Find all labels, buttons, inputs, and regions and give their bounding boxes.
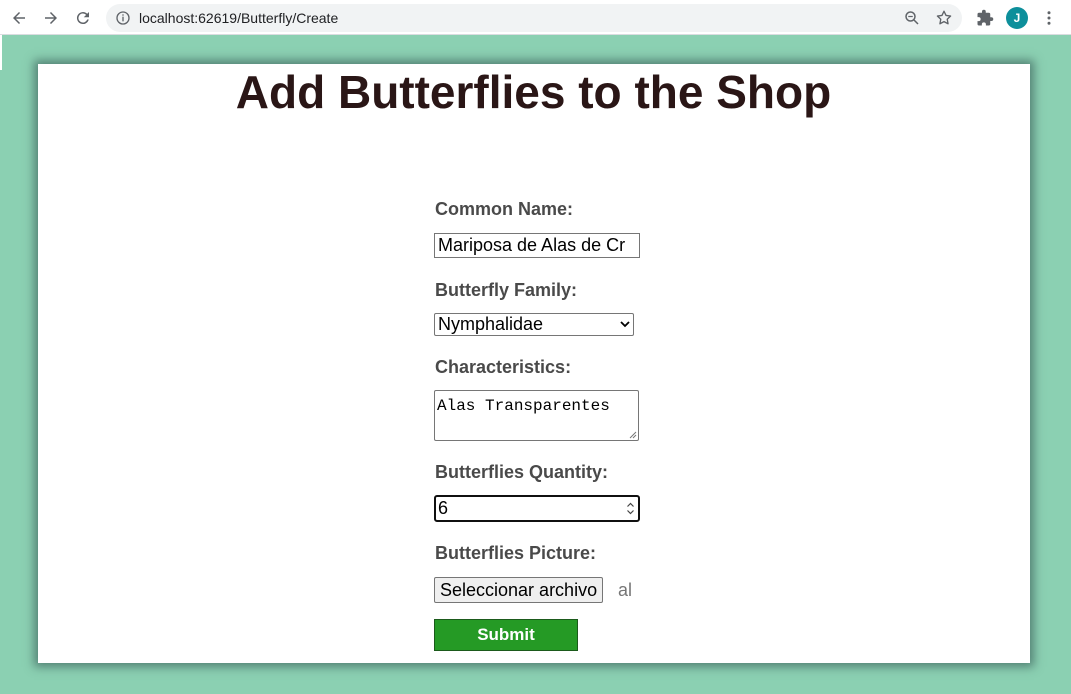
address-bar[interactable]: localhost:62619/Butterfly/Create xyxy=(106,4,962,32)
reload-button[interactable] xyxy=(72,7,94,29)
quantity-label: Butterflies Quantity: xyxy=(435,462,609,482)
page-title: Add Butterflies to the Shop xyxy=(235,66,832,118)
info-icon[interactable] xyxy=(115,10,131,26)
family-label: Butterfly Family: xyxy=(435,280,578,300)
characteristics-value: Alas Transparentes xyxy=(437,397,610,415)
common-name-label: Common Name: xyxy=(435,199,574,219)
resize-grip-icon[interactable] xyxy=(629,431,637,439)
characteristics-label: Characteristics: xyxy=(435,357,572,377)
submit-button[interactable]: Submit xyxy=(434,619,578,651)
quantity-input[interactable]: 6 xyxy=(434,495,640,522)
family-select[interactable]: Nymphalidae xyxy=(434,313,634,336)
arrow-right-icon xyxy=(45,12,57,24)
picture-label: Butterflies Picture: xyxy=(435,543,597,563)
puzzle-icon xyxy=(977,9,994,26)
characteristics-textarea[interactable]: Alas Transparentes xyxy=(434,390,639,441)
extensions-button[interactable] xyxy=(974,7,996,29)
family-selected-value: Nymphalidae xyxy=(438,314,544,334)
choose-file-button[interactable]: Seleccionar archivo xyxy=(434,577,604,603)
chevron-down-icon xyxy=(620,321,630,328)
reload-icon xyxy=(76,12,89,25)
browser-toolbar: localhost:62619/Butterfly/Create J xyxy=(0,0,1071,35)
zoom-icon[interactable] xyxy=(903,9,921,27)
kebab-menu-icon xyxy=(1047,11,1051,25)
common-name-input[interactable]: Mariposa de Alas de Cr xyxy=(434,233,640,258)
chosen-file-name: al xyxy=(618,580,633,600)
forward-button[interactable] xyxy=(40,7,62,29)
star-icon[interactable] xyxy=(935,9,953,27)
url-text[interactable]: localhost:62619/Butterfly/Create xyxy=(139,10,338,26)
profile-avatar[interactable]: J xyxy=(1006,7,1028,29)
quantity-value: 6 xyxy=(438,498,449,518)
menu-button[interactable] xyxy=(1038,7,1060,29)
arrow-left-icon xyxy=(13,12,25,24)
spinner-arrows-icon[interactable] xyxy=(626,500,635,517)
back-button[interactable] xyxy=(8,7,30,29)
